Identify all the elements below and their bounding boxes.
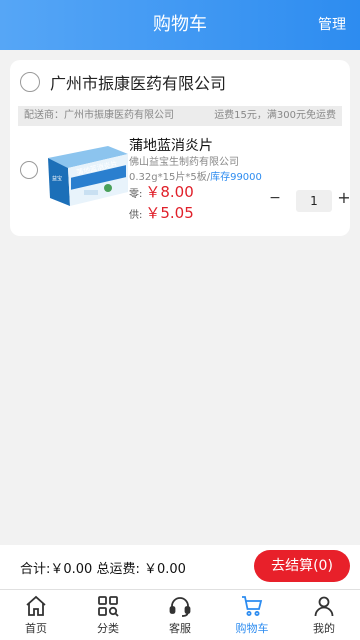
shipping-info-row: 配送商：广州市振康医药有限公司 运费15元，满300元免运费 [18, 106, 342, 126]
tab-label-service: 客服 [169, 622, 191, 635]
tab-label-home: 首页 [25, 622, 47, 635]
store-select-radio[interactable] [20, 72, 40, 92]
store-name[interactable]: 广州市振康医药有限公司 [50, 70, 226, 94]
item-select-radio[interactable] [20, 161, 38, 179]
checkout-button[interactable]: 去结算(0) [254, 550, 350, 582]
tab-label-category: 分类 [97, 622, 119, 635]
tab-label-cart: 购物车 [235, 622, 269, 635]
product-thumbnail[interactable]: 蒲地蓝消炎片 益宝 [44, 140, 130, 210]
supply-price-label: 供: [129, 210, 143, 221]
tab-cart[interactable]: 购物车 [216, 590, 288, 640]
headset-icon [169, 597, 191, 617]
tab-service[interactable]: 客服 [144, 590, 216, 640]
increase-quantity-button[interactable]: + [337, 188, 350, 207]
retail-price-label: 零: [129, 189, 143, 200]
tab-mine[interactable]: 我的 [288, 590, 360, 640]
user-icon [314, 596, 334, 617]
page-title: 购物车 [153, 14, 207, 35]
shipping-fee-note: 运费15元，满300元免运费 [214, 110, 336, 121]
product-name[interactable]: 蒲地蓝消炎片 [129, 135, 213, 155]
manage-button[interactable]: 管理 [318, 0, 346, 50]
tab-home[interactable]: 首页 [0, 590, 72, 640]
bottom-tab-bar: 首页 分类 客服 购物车 我的 [0, 589, 360, 640]
supply-price: ￥5.05 [145, 204, 194, 222]
home-icon [26, 595, 46, 616]
box-brand-text: 益宝 [52, 175, 62, 182]
delivery-provider: 配送商：广州市振康医药有限公司 [24, 110, 174, 121]
retail-price-row: 零: ￥8.00 [129, 181, 194, 202]
checkout-bar: 合计:￥0.00 总运费: ￥0.00 去结算(0) [0, 545, 360, 589]
tab-label-mine: 我的 [313, 622, 335, 635]
top-bar: 购物车 管理 [0, 0, 360, 50]
decrease-quantity-button[interactable]: − [268, 190, 282, 206]
total-summary: 合计:￥0.00 总运费: ￥0.00 [20, 562, 186, 577]
tab-category[interactable]: 分类 [72, 590, 144, 640]
stock-text: 库存99000 [210, 172, 262, 183]
retail-price: ￥8.00 [145, 183, 194, 201]
product-manufacturer: 佛山益宝生制药有限公司 [129, 157, 239, 168]
store-card: 广州市振康医药有限公司 配送商：广州市振康医药有限公司 运费15元，满300元免… [10, 60, 350, 236]
supply-price-row: 供: ￥5.05 [129, 202, 194, 223]
quantity-input[interactable] [296, 190, 332, 212]
category-icon [98, 596, 119, 617]
cart-icon [242, 596, 263, 616]
